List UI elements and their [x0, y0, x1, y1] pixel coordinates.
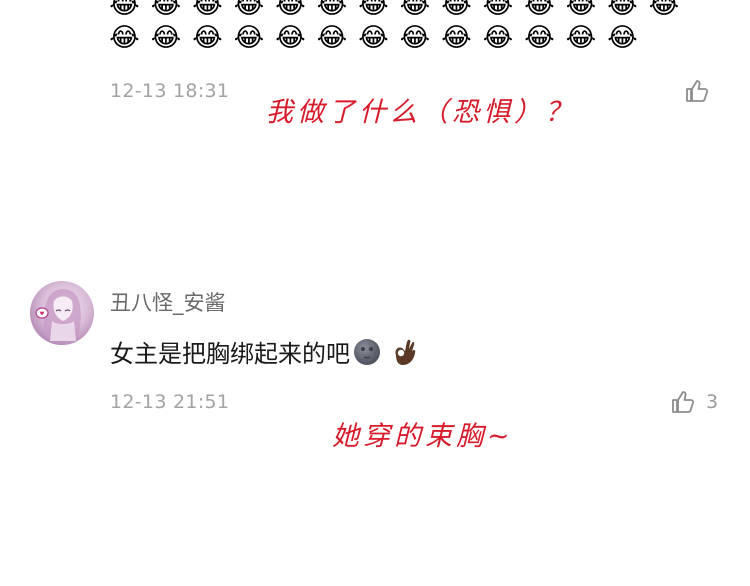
tears-of-joy-icon: 😂	[316, 23, 348, 53]
annotation-text: 我做了什么（恐惧）？	[266, 97, 576, 128]
tears-of-joy-icon: 😂	[524, 23, 555, 53]
username[interactable]: 丑八怪_安酱	[110, 287, 226, 317]
tears-of-joy-icon: 😂	[441, 23, 472, 53]
tears-of-joy-icon: 😂	[150, 23, 182, 53]
tears-of-joy-icon: 😂	[399, 0, 431, 20]
tears-of-joy-icon: 😂	[316, 0, 348, 20]
new-moon-face-icon	[354, 338, 380, 365]
tears-of-joy-icon: 😂	[192, 23, 223, 53]
tears-of-joy-icon: 😂	[358, 0, 389, 20]
tears-of-joy-icon: 😂	[565, 0, 597, 20]
tears-of-joy-icon: 😂	[233, 23, 265, 53]
tears-of-joy-icon: 😂	[399, 23, 431, 53]
tears-of-joy-icon: 😂	[233, 0, 265, 20]
annotation-text: 她穿的束胸~	[332, 421, 514, 452]
comment-timestamp: 12-13 18:31	[110, 80, 230, 102]
like-count: 3	[706, 391, 719, 413]
thumbs-up-icon[interactable]	[684, 78, 710, 104]
tears-of-joy-icon: 😂	[275, 0, 306, 20]
emoji-row: 😂 😂 😂 😂 😂 😂 😂 😂 😂 😂 😂 😂 😂 😂	[108, 0, 708, 23]
comment-timestamp: 12-13 21:51	[110, 391, 230, 413]
tears-of-joy-icon: 😂	[109, 0, 140, 20]
tears-of-joy-icon: 😂	[482, 23, 514, 53]
emoji-row: 😂 😂 😂 😂 😂 😂 😂 😂 😂 😂 😂 😂 😂	[108, 23, 708, 56]
avatar-image	[35, 289, 81, 341]
ok-hand-icon	[395, 339, 416, 365]
thumbs-up-icon[interactable]	[670, 389, 696, 415]
emoji-grid: 😂 😂 😂 😂 😂 😂 😂 😂 😂 😂 😂 😂 😂 😂 😂 😂 😂 😂 😂 😂 …	[108, 0, 708, 56]
tears-of-joy-icon: 😂	[524, 0, 555, 20]
avatar[interactable]	[30, 281, 94, 345]
comment-body: 女主是把胸绑起来的吧	[110, 340, 350, 368]
tears-of-joy-icon: 😂	[607, 23, 638, 53]
tears-of-joy-icon: 😂	[565, 23, 597, 53]
tears-of-joy-icon: 😂	[275, 23, 306, 53]
tears-of-joy-icon: 😂	[607, 0, 638, 20]
tears-of-joy-icon: 😂	[192, 0, 223, 20]
tears-of-joy-icon: 😂	[482, 0, 514, 20]
tears-of-joy-icon: 😂	[109, 23, 140, 53]
tears-of-joy-icon: 😂	[648, 0, 680, 20]
tears-of-joy-icon: 😂	[441, 0, 472, 20]
tears-of-joy-icon: 😂	[358, 23, 389, 53]
comment-text: 女主是把胸绑起来的吧	[110, 334, 420, 369]
tears-of-joy-icon: 😂	[150, 0, 182, 20]
